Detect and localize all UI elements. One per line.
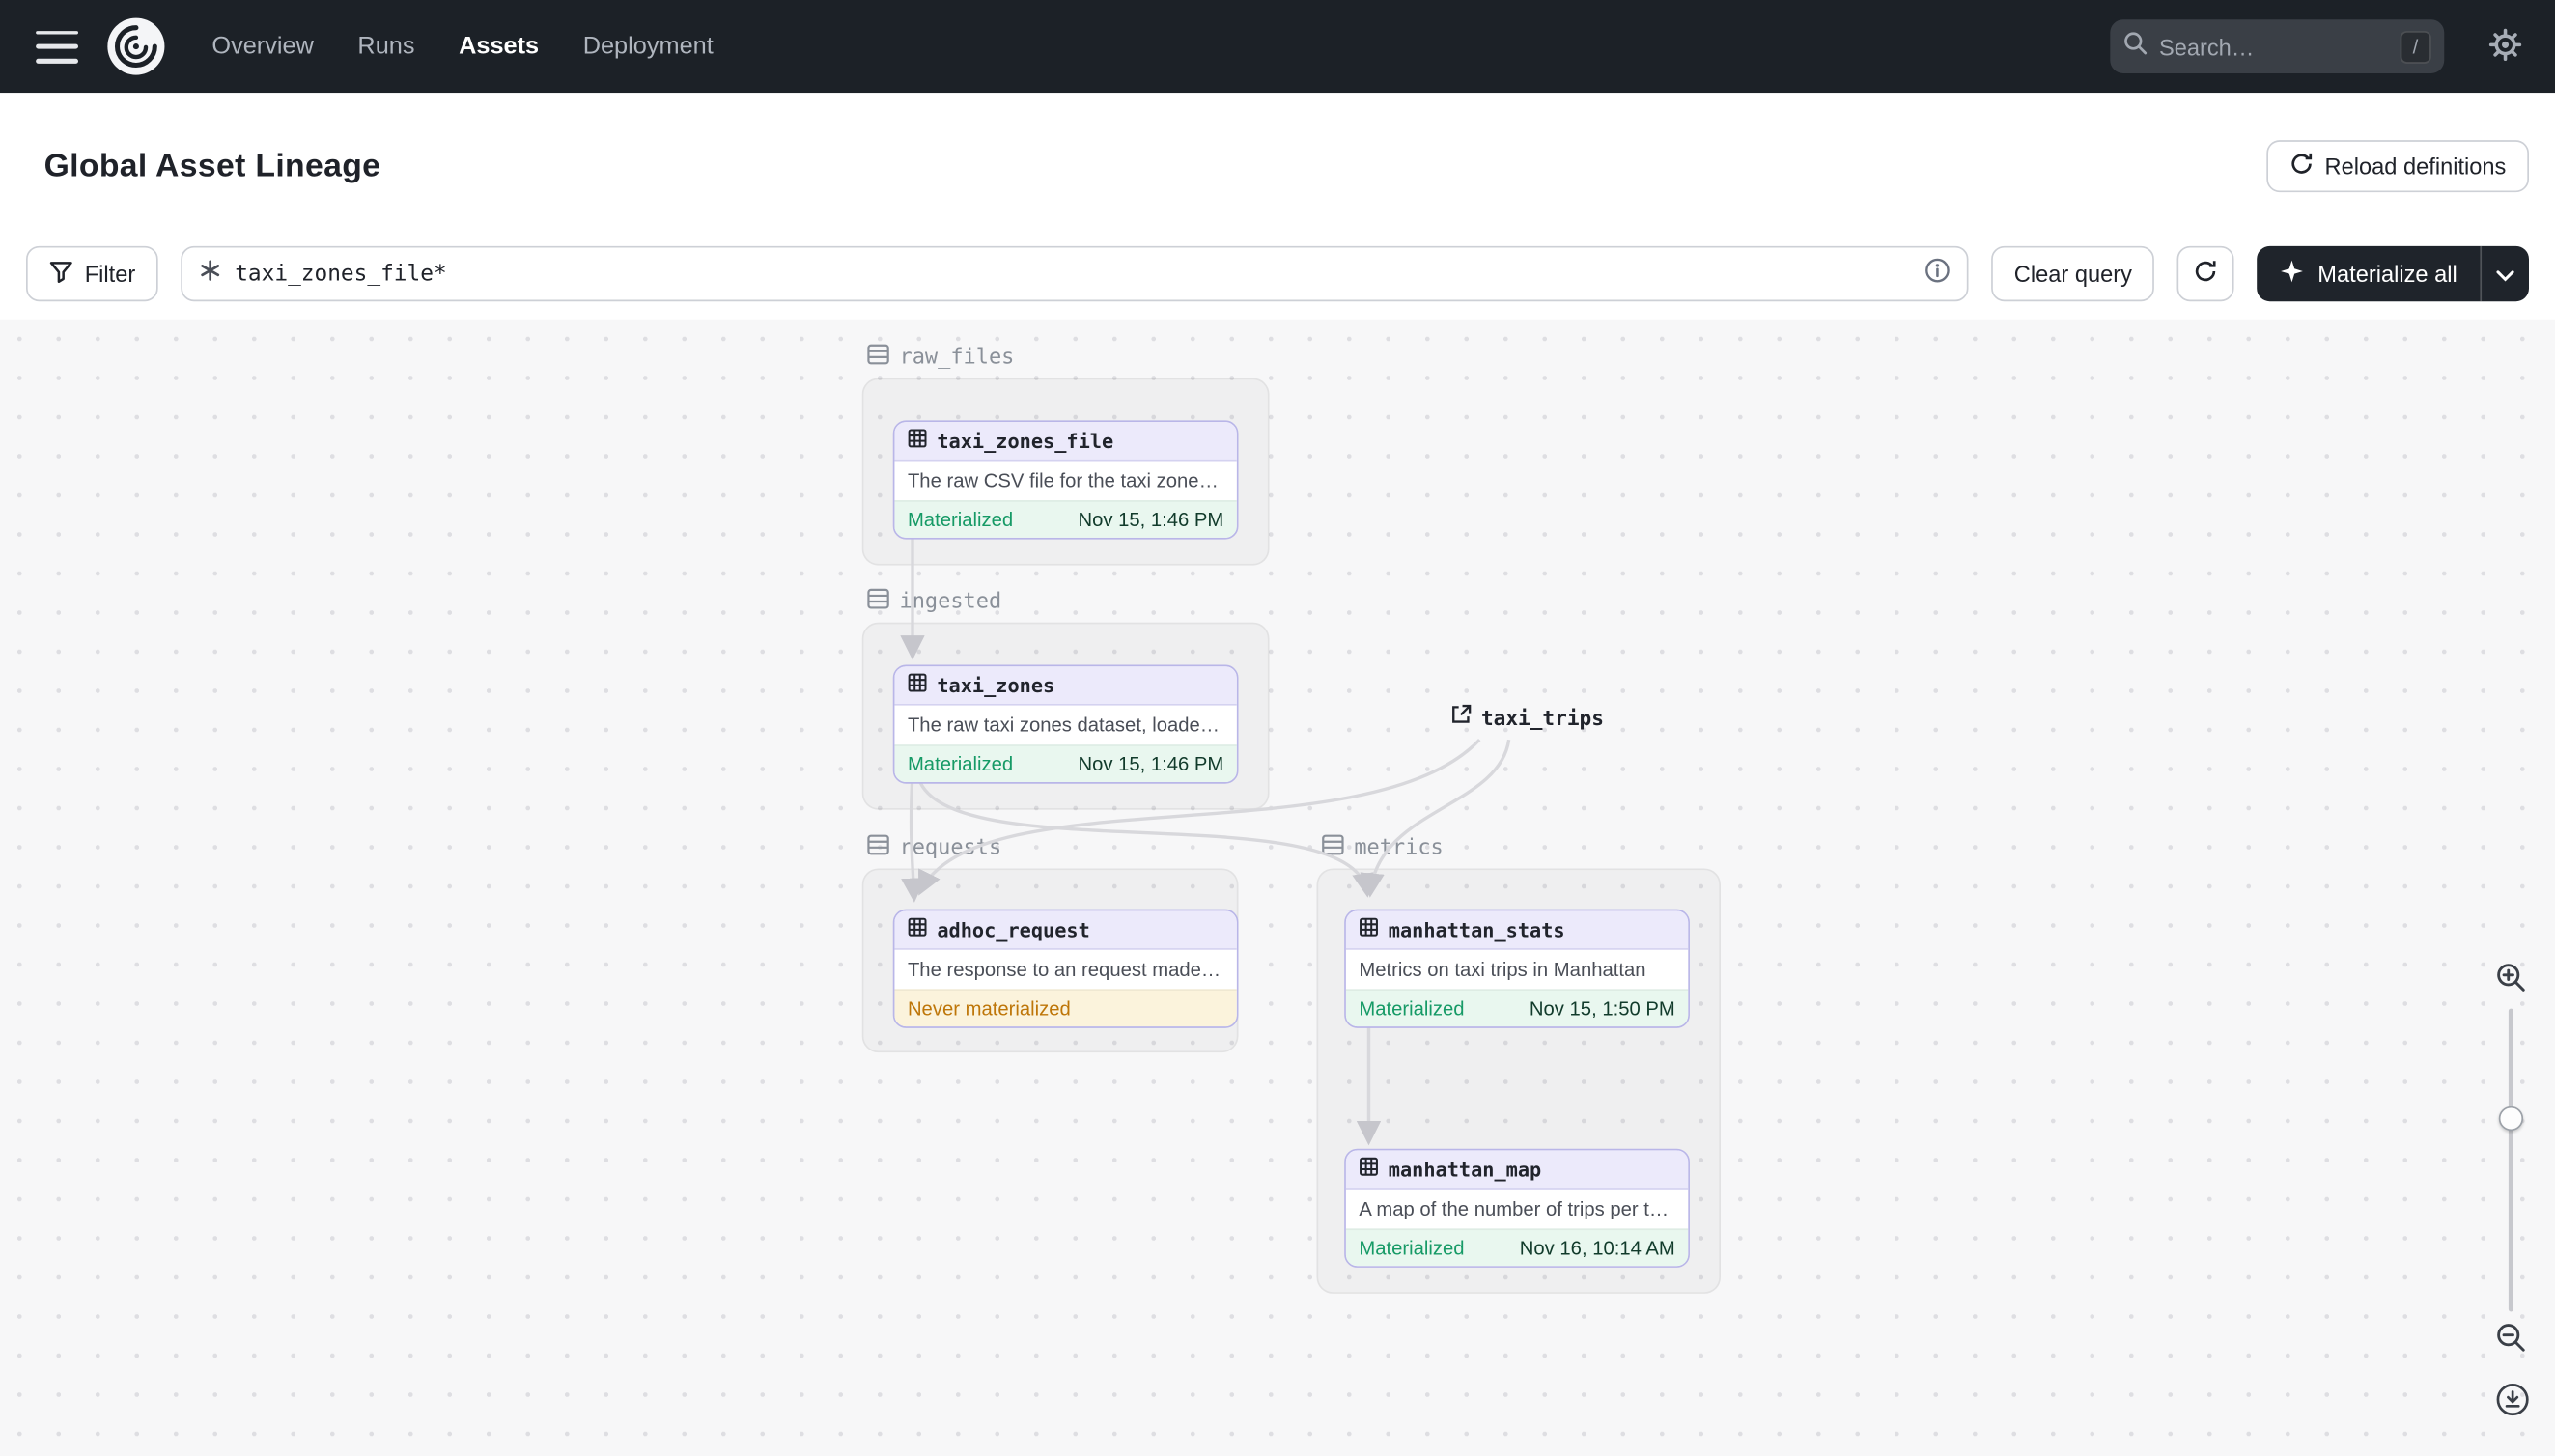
table-icon (1359, 917, 1378, 941)
status-label: Materialized (907, 752, 1014, 776)
main-nav: Overview Runs Assets Deployment (211, 33, 713, 61)
asset-status-row: Materialized Nov 15, 1:46 PM (894, 500, 1237, 538)
gear-icon[interactable] (2488, 27, 2522, 67)
asset-description: The raw taxi zones dataset, loaded int… (894, 705, 1237, 745)
asset-status-row: Materialized Nov 15, 1:46 PM (894, 744, 1237, 782)
reload-icon (2288, 152, 2313, 181)
page-title: Global Asset Lineage (43, 147, 381, 183)
app-screen: Overview Runs Assets Deployment / Global… (0, 0, 2555, 1456)
asset-description: The raw CSV file for the taxi zones dat… (894, 461, 1237, 501)
materialize-all-label: Materialize all (2317, 261, 2457, 287)
materialize-icon (2280, 259, 2304, 288)
status-label: Materialized (1359, 996, 1465, 1021)
lineage-canvas[interactable]: raw_files ingested requests metrics taxi… (0, 319, 2555, 1456)
status-timestamp: Nov 15, 1:46 PM (1078, 752, 1224, 776)
external-asset-taxi-trips[interactable]: taxi_trips (1450, 704, 1604, 730)
group-icon (867, 834, 890, 862)
chevron-down-icon (2496, 262, 2514, 286)
asset-node-manhattan-stats[interactable]: manhattan_stats Metrics on taxi trips in… (1344, 909, 1690, 1028)
filter-button[interactable]: Filter (26, 245, 158, 302)
asset-node-adhoc-request[interactable]: adhoc_request The response to an request… (892, 909, 1239, 1028)
group-name: requests (899, 835, 1002, 860)
asset-node-header: taxi_zones (894, 666, 1237, 706)
external-link-icon (1450, 704, 1472, 730)
reload-definitions-button[interactable]: Reload definitions (2265, 140, 2529, 193)
download-icon[interactable] (2491, 1379, 2534, 1426)
search-icon (2123, 30, 2148, 63)
group-icon (867, 588, 890, 616)
asset-selection-input-wrap (181, 245, 1969, 302)
dagster-logo[interactable] (106, 16, 166, 76)
table-icon (908, 429, 927, 453)
status-timestamp: Nov 15, 1:46 PM (1078, 508, 1224, 532)
refresh-button[interactable] (2177, 245, 2235, 302)
zoom-controls (2488, 958, 2534, 1362)
info-icon[interactable] (1924, 257, 1951, 291)
group-icon (867, 344, 890, 372)
global-search[interactable]: / (2110, 19, 2445, 73)
status-label: Materialized (907, 508, 1014, 532)
asset-status-row: Materialized Nov 16, 10:14 AM (1345, 1228, 1689, 1267)
search-input[interactable] (2158, 33, 2389, 60)
external-asset-name: taxi_trips (1480, 704, 1604, 730)
top-navbar: Overview Runs Assets Deployment / (0, 0, 2555, 94)
group-name: raw_files (899, 345, 1015, 371)
reload-definitions-label: Reload definitions (2324, 153, 2507, 180)
asset-name: manhattan_stats (1388, 917, 1565, 941)
materialize-all-button[interactable]: Materialize all (2258, 246, 2481, 301)
clear-query-label: Clear query (2013, 261, 2132, 287)
filter-label: Filter (84, 261, 136, 287)
refresh-icon (2194, 259, 2218, 288)
asset-node-taxi-zones[interactable]: taxi_zones The raw taxi zones dataset, l… (892, 664, 1239, 784)
status-label: Never materialized (907, 996, 1071, 1021)
table-icon (1359, 1157, 1378, 1181)
selector-icon (199, 258, 222, 289)
asset-description: Metrics on taxi trips in Manhattan (1345, 949, 1689, 990)
status-timestamp: Nov 16, 10:14 AM (1519, 1236, 1675, 1260)
asset-name: taxi_zones_file (937, 429, 1114, 453)
viewport: Overview Runs Assets Deployment / Global… (0, 0, 2555, 1456)
filter-icon (49, 260, 73, 288)
clear-query-button[interactable]: Clear query (1991, 245, 2155, 302)
zoom-slider-thumb[interactable] (2498, 1106, 2524, 1132)
status-timestamp: Nov 15, 1:50 PM (1529, 996, 1675, 1021)
asset-name: adhoc_request (937, 917, 1090, 941)
asset-name: manhattan_map (1388, 1157, 1542, 1181)
nav-item-runs[interactable]: Runs (357, 33, 414, 61)
nav-item-deployment[interactable]: Deployment (583, 33, 714, 61)
zoom-slider[interactable] (2488, 1008, 2534, 1312)
zoom-slider-track (2508, 1008, 2513, 1312)
asset-description: A map of the number of trips per taxi z… (1345, 1189, 1689, 1229)
hamburger-menu-icon[interactable] (36, 30, 78, 63)
lineage-edges (900, 531, 1511, 1146)
asset-node-header: manhattan_stats (1345, 910, 1689, 950)
asset-description: The response to an request made in th… (894, 949, 1237, 990)
lineage-toolbar: Filter Clear query Materialize (0, 245, 2555, 302)
asset-node-header: manhattan_map (1345, 1150, 1689, 1190)
zoom-in-icon[interactable] (2491, 958, 2531, 1002)
asset-node-header: adhoc_request (894, 910, 1237, 950)
page-header: Global Asset Lineage Reload definitions (0, 93, 2555, 240)
asset-selection-input[interactable] (235, 261, 1912, 287)
nav-item-overview[interactable]: Overview (211, 33, 313, 61)
group-icon (1322, 834, 1345, 862)
asset-name: taxi_zones (937, 673, 1055, 697)
materialize-all-split-button: Materialize all (2257, 245, 2529, 302)
slash-shortcut-badge: / (2400, 30, 2431, 63)
nav-item-assets[interactable]: Assets (459, 33, 539, 61)
group-name: metrics (1354, 835, 1444, 860)
table-icon (908, 673, 927, 697)
table-icon (908, 917, 927, 941)
zoom-out-icon[interactable] (2491, 1318, 2531, 1362)
status-label: Materialized (1359, 1236, 1465, 1260)
asset-node-header: taxi_zones_file (894, 422, 1237, 462)
asset-node-manhattan-map[interactable]: manhattan_map A map of the number of tri… (1344, 1148, 1690, 1268)
group-name: ingested (899, 589, 1002, 615)
materialize-options-caret[interactable] (2480, 245, 2529, 302)
asset-status-row: Never materialized (894, 989, 1237, 1027)
asset-node-taxi-zones-file[interactable]: taxi_zones_file The raw CSV file for the… (892, 420, 1239, 540)
asset-status-row: Materialized Nov 15, 1:50 PM (1345, 989, 1689, 1027)
